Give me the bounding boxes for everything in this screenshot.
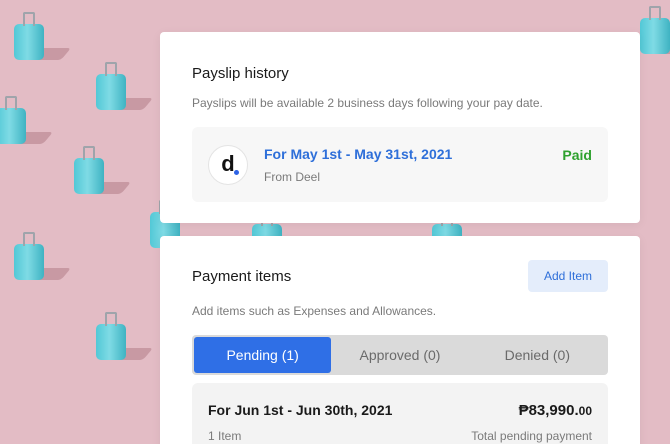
payment-items-title-wrap: Payment items bbox=[192, 268, 291, 285]
payment-items-subtitle: Add items such as Expenses and Allowance… bbox=[192, 304, 437, 318]
payment-item-main-line: For Jun 1st - Jun 30th, 2021 ₱83,990.00 bbox=[208, 402, 592, 419]
payment-item-amount-main: ₱83,990. bbox=[518, 402, 579, 419]
payment-item-meta-line: 1 Item Total pending payment bbox=[208, 429, 592, 443]
payment-item-count: 1 Item bbox=[208, 429, 242, 443]
payment-status-tabs: Pending (1) Approved (0) Denied (0) bbox=[192, 335, 608, 375]
payment-items-title: Payment items bbox=[192, 268, 292, 285]
add-item-button[interactable]: Add Item bbox=[527, 260, 608, 292]
suitcase-image bbox=[14, 12, 72, 60]
suitcase-image bbox=[96, 62, 154, 110]
suitcase-image bbox=[96, 312, 154, 360]
deel-logo-letter: d bbox=[221, 150, 235, 176]
payment-items-card: Payment items Add Item Add items such as… bbox=[160, 236, 640, 444]
payslip-status-badge: Paid bbox=[562, 147, 592, 163]
payslip-history-title: Payslip history bbox=[192, 65, 289, 82]
deel-logo-dot bbox=[234, 169, 239, 175]
payslip-period-link[interactable]: For May 1st - May 31st, 2021 bbox=[264, 146, 562, 162]
payment-item-amount-label: Total pending payment bbox=[471, 429, 592, 443]
suitcase-image bbox=[14, 232, 72, 280]
payment-item-period: For Jun 1st - Jun 30th, 2021 bbox=[208, 402, 393, 418]
payslip-source: From Deel bbox=[264, 169, 321, 184]
payslip-info: For May 1st - May 31st, 2021 From Deel bbox=[264, 146, 562, 184]
payment-item-row[interactable]: For Jun 1st - Jun 30th, 2021 ₱83,990.00 … bbox=[192, 383, 608, 444]
deel-logo: d bbox=[208, 144, 248, 185]
suitcase-image bbox=[0, 96, 54, 144]
payslip-history-subtitle: Payslips will be available 2 business da… bbox=[192, 96, 543, 110]
payslip-row[interactable]: d For May 1st - May 31st, 2021 From Deel… bbox=[192, 127, 608, 202]
payment-item-amount-cents: 00 bbox=[578, 404, 592, 418]
tab-pending[interactable]: Pending (1) bbox=[194, 337, 332, 373]
tab-approved[interactable]: Approved (0) bbox=[331, 337, 468, 373]
suitcase-image bbox=[640, 6, 670, 54]
payment-items-header: Payment items Add Item bbox=[192, 260, 608, 292]
tab-denied[interactable]: Denied (0) bbox=[469, 337, 606, 373]
suitcase-image bbox=[74, 146, 132, 194]
payment-item-amount: ₱83,990.00 bbox=[519, 402, 592, 419]
payslip-history-card: Payslip history Payslips will be availab… bbox=[160, 32, 640, 223]
